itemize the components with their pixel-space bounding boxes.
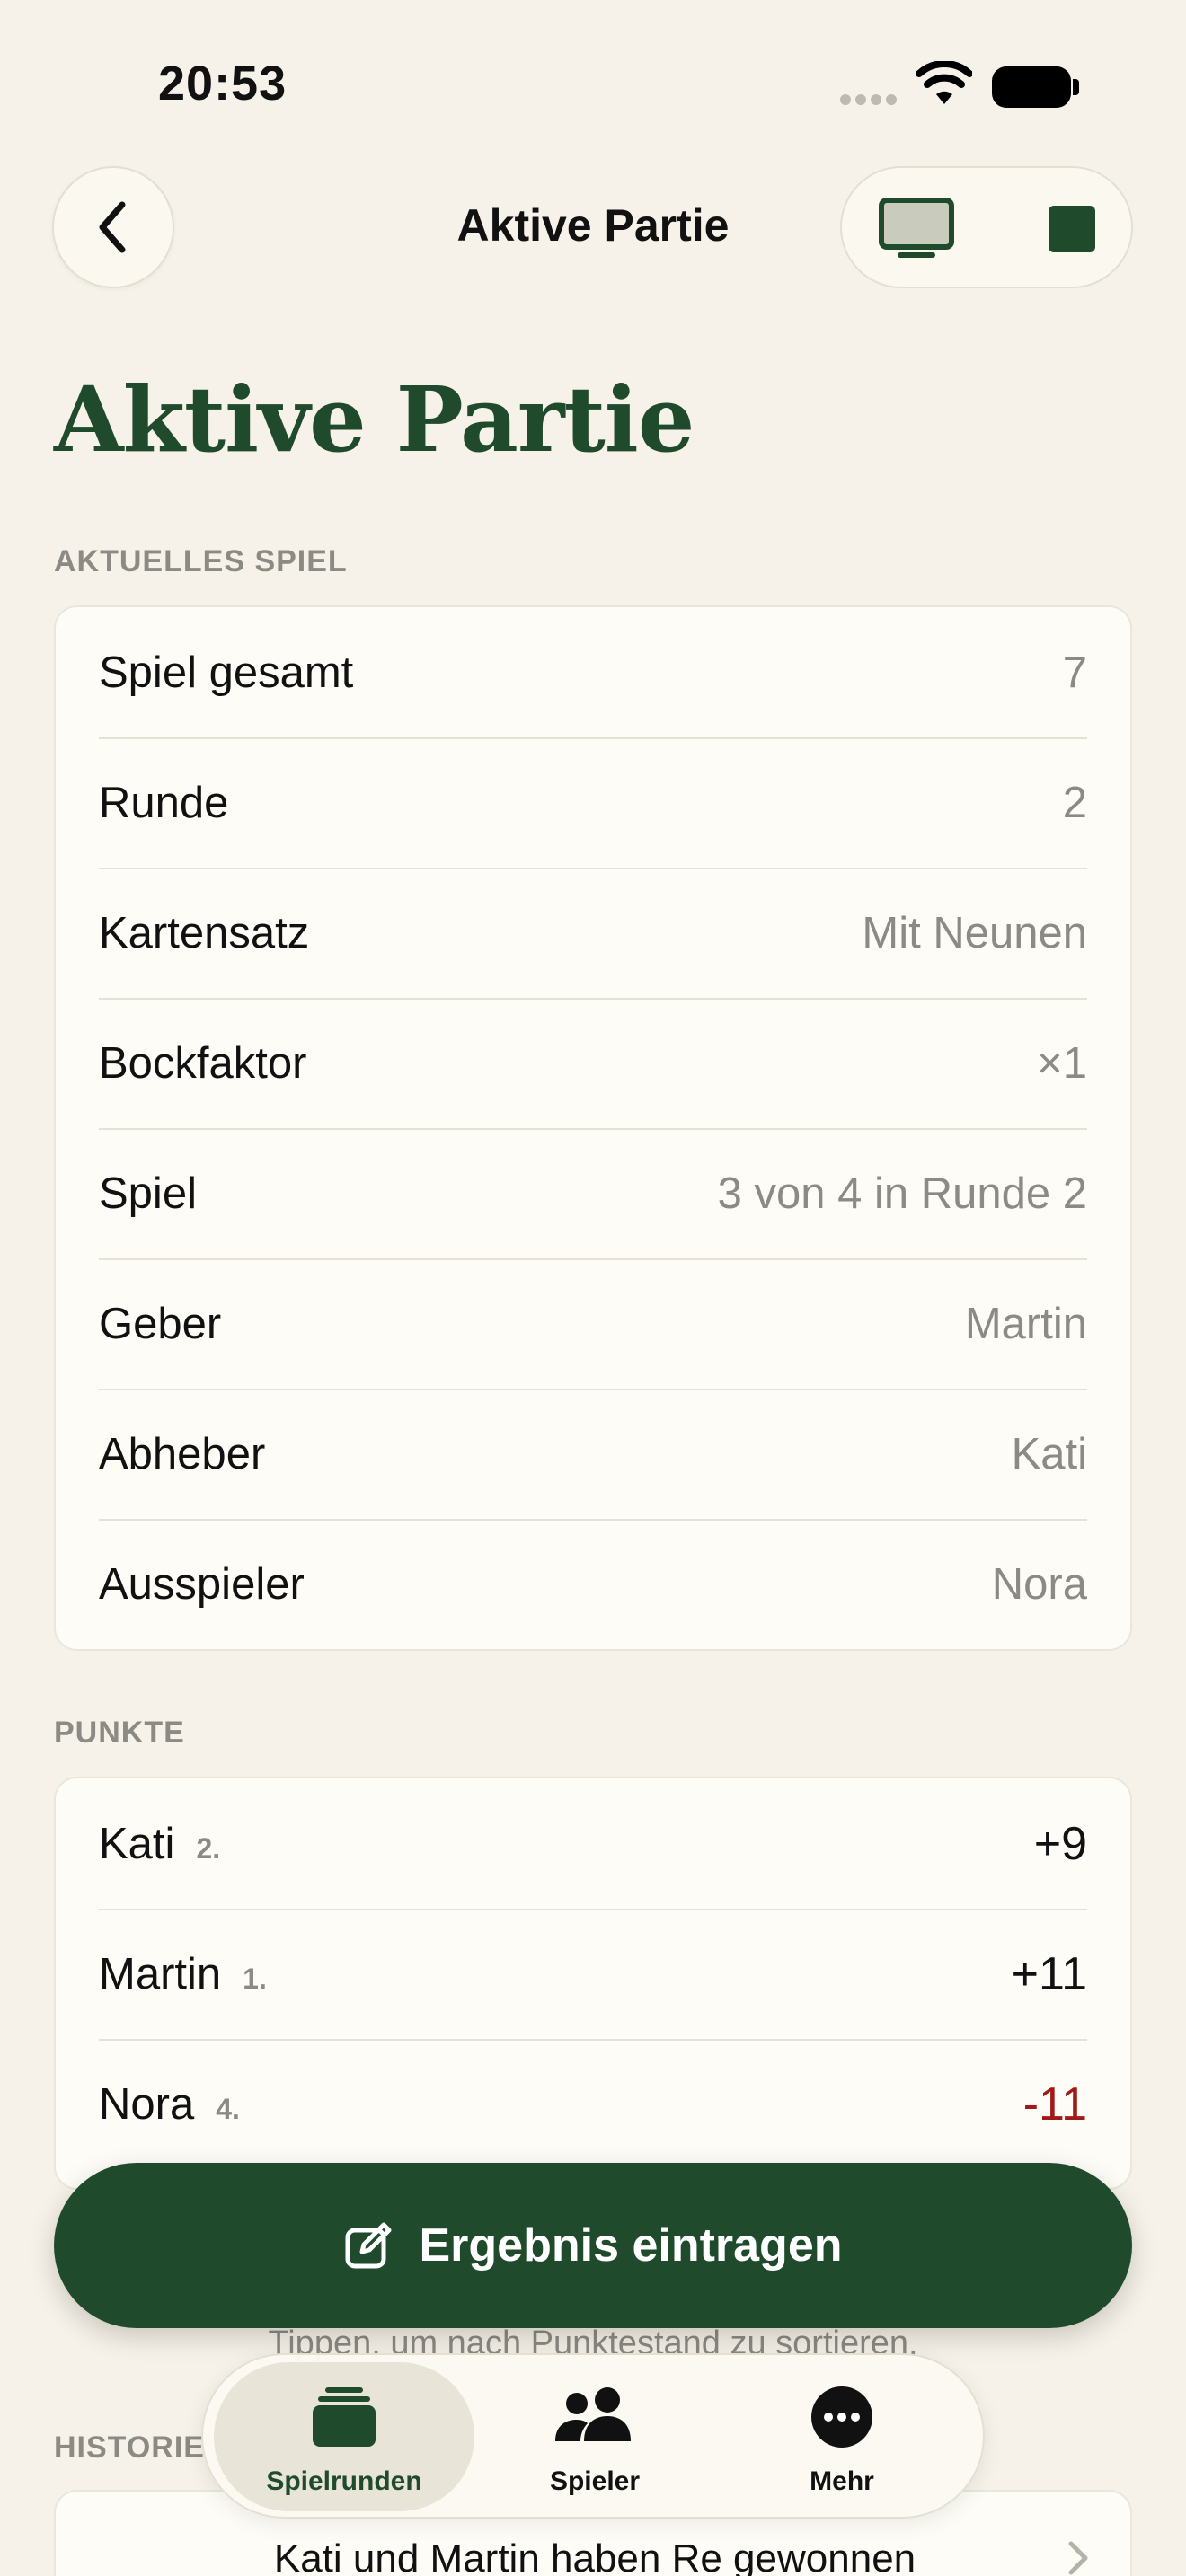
row-value: Kati: [1011, 1429, 1087, 1478]
row-label: Runde: [99, 778, 229, 827]
tab-spieler[interactable]: Spieler: [465, 2362, 725, 2511]
info-row: Runde 2: [56, 737, 1130, 868]
tab-label: Mehr: [810, 2466, 874, 2496]
player-rank: 2.: [196, 1831, 221, 1865]
player-name: Kati: [99, 1819, 175, 1868]
tab-spielrunden[interactable]: Spielrunden: [214, 2362, 474, 2511]
info-row: Spiel 3 von 4 in Runde 2: [56, 1128, 1130, 1258]
player-score-row[interactable]: Kati 2. +9: [56, 1778, 1130, 1909]
battery-icon: [992, 66, 1079, 108]
player-score: +9: [1033, 1817, 1087, 1870]
tab-bar: Spielrunden Spieler Mehr: [201, 2353, 985, 2519]
player-name: Nora: [99, 2079, 195, 2129]
tv-icon[interactable]: [878, 197, 955, 260]
status-bar: 20:53: [0, 0, 1186, 171]
row-label: Abheber: [99, 1429, 266, 1478]
row-label: Spiel gesamt: [99, 648, 354, 697]
player-name-group: Kati 2.: [99, 1819, 220, 1869]
row-value: Nora: [991, 1559, 1087, 1609]
row-label: Geber: [99, 1299, 222, 1348]
history-item-text: Kati und Martin haben Re gewonnen: [273, 2536, 916, 2576]
square-pencil-icon: [345, 2222, 391, 2269]
player-rank: 4.: [216, 2092, 240, 2125]
tab-mehr[interactable]: Mehr: [712, 2362, 972, 2511]
section-header-points: PUNKTE: [54, 1716, 185, 1750]
points-card: Kati 2. +9 Martin 1. +11 Nora 4. -11: [54, 1777, 1132, 2190]
row-value: Mit Neunen: [862, 908, 1087, 957]
row-label: Ausspieler: [99, 1559, 305, 1609]
player-score-row[interactable]: Martin 1. +11: [56, 1909, 1130, 2039]
ellipsis-circle-icon: [811, 2386, 872, 2448]
player-rank: 1.: [243, 1962, 267, 1995]
section-header-current-game: AKTUELLES SPIEL: [54, 544, 348, 578]
row-value: 3 von 4 in Runde 2: [717, 1169, 1087, 1218]
info-row: Bockfaktor ×1: [56, 998, 1130, 1128]
tab-label: Spieler: [549, 2466, 641, 2496]
player-score-row[interactable]: Nora 4. -11: [56, 2039, 1130, 2169]
view-mode-toggle[interactable]: [840, 166, 1133, 288]
tab-label: Spielrunden: [266, 2466, 422, 2496]
enter-result-label: Ergebnis eintragen: [419, 2219, 843, 2272]
chevron-right-icon: [1068, 2541, 1088, 2575]
current-game-card: Spiel gesamt 7 Runde 2 Kartensatz Mit Ne…: [54, 605, 1132, 1651]
row-value: ×1: [1037, 1038, 1087, 1088]
player-score: +11: [1011, 1947, 1087, 2000]
wifi-icon: [916, 61, 972, 104]
row-value: 2: [1062, 778, 1087, 827]
player-name: Martin: [99, 1949, 222, 1998]
info-row: Geber Martin: [56, 1258, 1130, 1389]
cellular-signal-icon: [840, 93, 901, 110]
row-value: 7: [1062, 648, 1087, 697]
enter-result-button[interactable]: Ergebnis eintragen: [54, 2163, 1132, 2328]
row-label: Bockfaktor: [99, 1038, 307, 1088]
status-time: 20:53: [158, 57, 288, 110]
info-row: Spiel gesamt 7: [56, 607, 1130, 737]
info-row: Abheber Kati: [56, 1389, 1130, 1519]
player-name-group: Nora 4.: [99, 2079, 240, 2130]
row-value: Martin: [964, 1299, 1087, 1348]
info-row: Ausspieler Nora: [56, 1519, 1130, 1649]
row-label: Kartensatz: [99, 908, 310, 957]
row-label: Spiel: [99, 1169, 197, 1218]
people-icon: [555, 2387, 631, 2441]
player-score: -11: [1022, 2078, 1087, 2130]
section-header-history: HISTORIE: [54, 2430, 205, 2465]
cards-stack-icon: [313, 2387, 376, 2447]
player-name-group: Martin 1.: [99, 1949, 267, 1999]
square-icon[interactable]: [1049, 206, 1095, 252]
info-row: Kartensatz Mit Neunen: [56, 868, 1130, 998]
page-title: Aktive Partie: [54, 366, 695, 472]
